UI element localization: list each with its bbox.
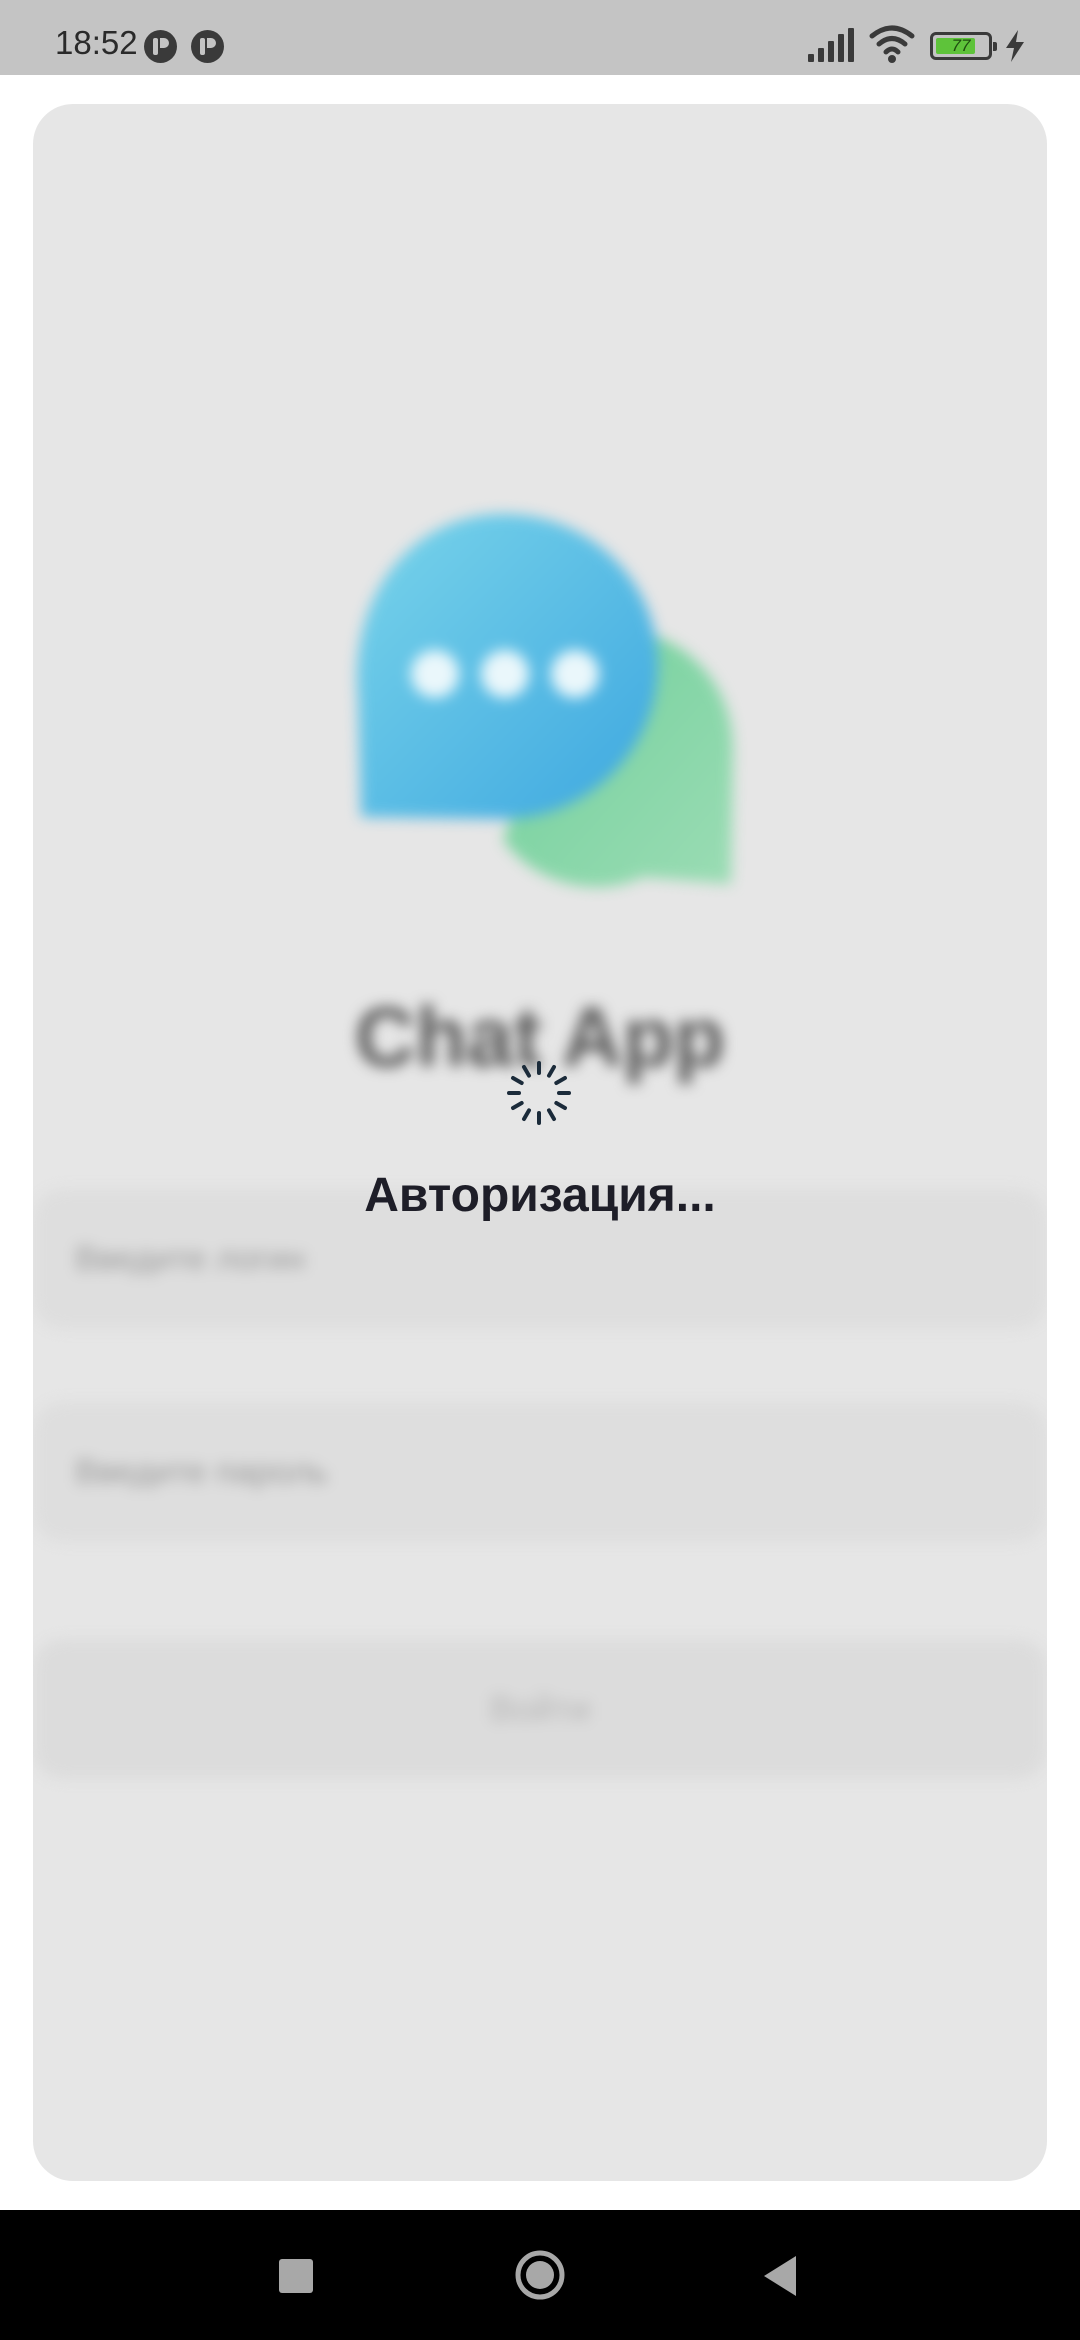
notification-app-icon <box>191 30 224 63</box>
loading-spinner-icon <box>507 1061 571 1125</box>
navigation-bar <box>0 2210 1080 2340</box>
auth-status-text: Авторизация... <box>364 1169 716 1222</box>
home-icon[interactable] <box>510 2210 570 2340</box>
battery-level: 77 <box>951 36 971 55</box>
spinner-tick <box>547 1065 556 1078</box>
signal-icon <box>808 28 854 62</box>
spinner-tick <box>554 1101 567 1110</box>
blurred-content: Chat App Введите логин Введите пароль Во… <box>33 104 1047 2181</box>
notification-app-icon <box>144 30 177 63</box>
login-button[interactable]: Войти <box>33 1639 1047 1779</box>
status-time: 18:52 <box>55 24 138 61</box>
charging-bolt-icon <box>1006 30 1024 62</box>
status-bar: 18:52 77 <box>0 0 1080 75</box>
wifi-icon <box>869 25 915 63</box>
spinner-tick <box>554 1076 567 1085</box>
spinner-tick <box>511 1101 524 1110</box>
spinner-tick <box>522 1065 531 1078</box>
spinner-tick <box>511 1076 524 1085</box>
password-input[interactable]: Введите пароль <box>33 1402 1047 1542</box>
login-card: Chat App Введите логин Введите пароль Во… <box>33 104 1047 2181</box>
battery-icon: 77 <box>930 32 997 60</box>
recents-icon[interactable] <box>270 2210 324 2340</box>
screen: 18:52 77 Chat App Введите логин Введите … <box>0 0 1080 2340</box>
spinner-tick <box>522 1108 531 1121</box>
spinner-tick <box>547 1108 556 1121</box>
back-icon[interactable] <box>756 2210 810 2340</box>
chat-bubbles-logo-icon <box>356 514 733 888</box>
